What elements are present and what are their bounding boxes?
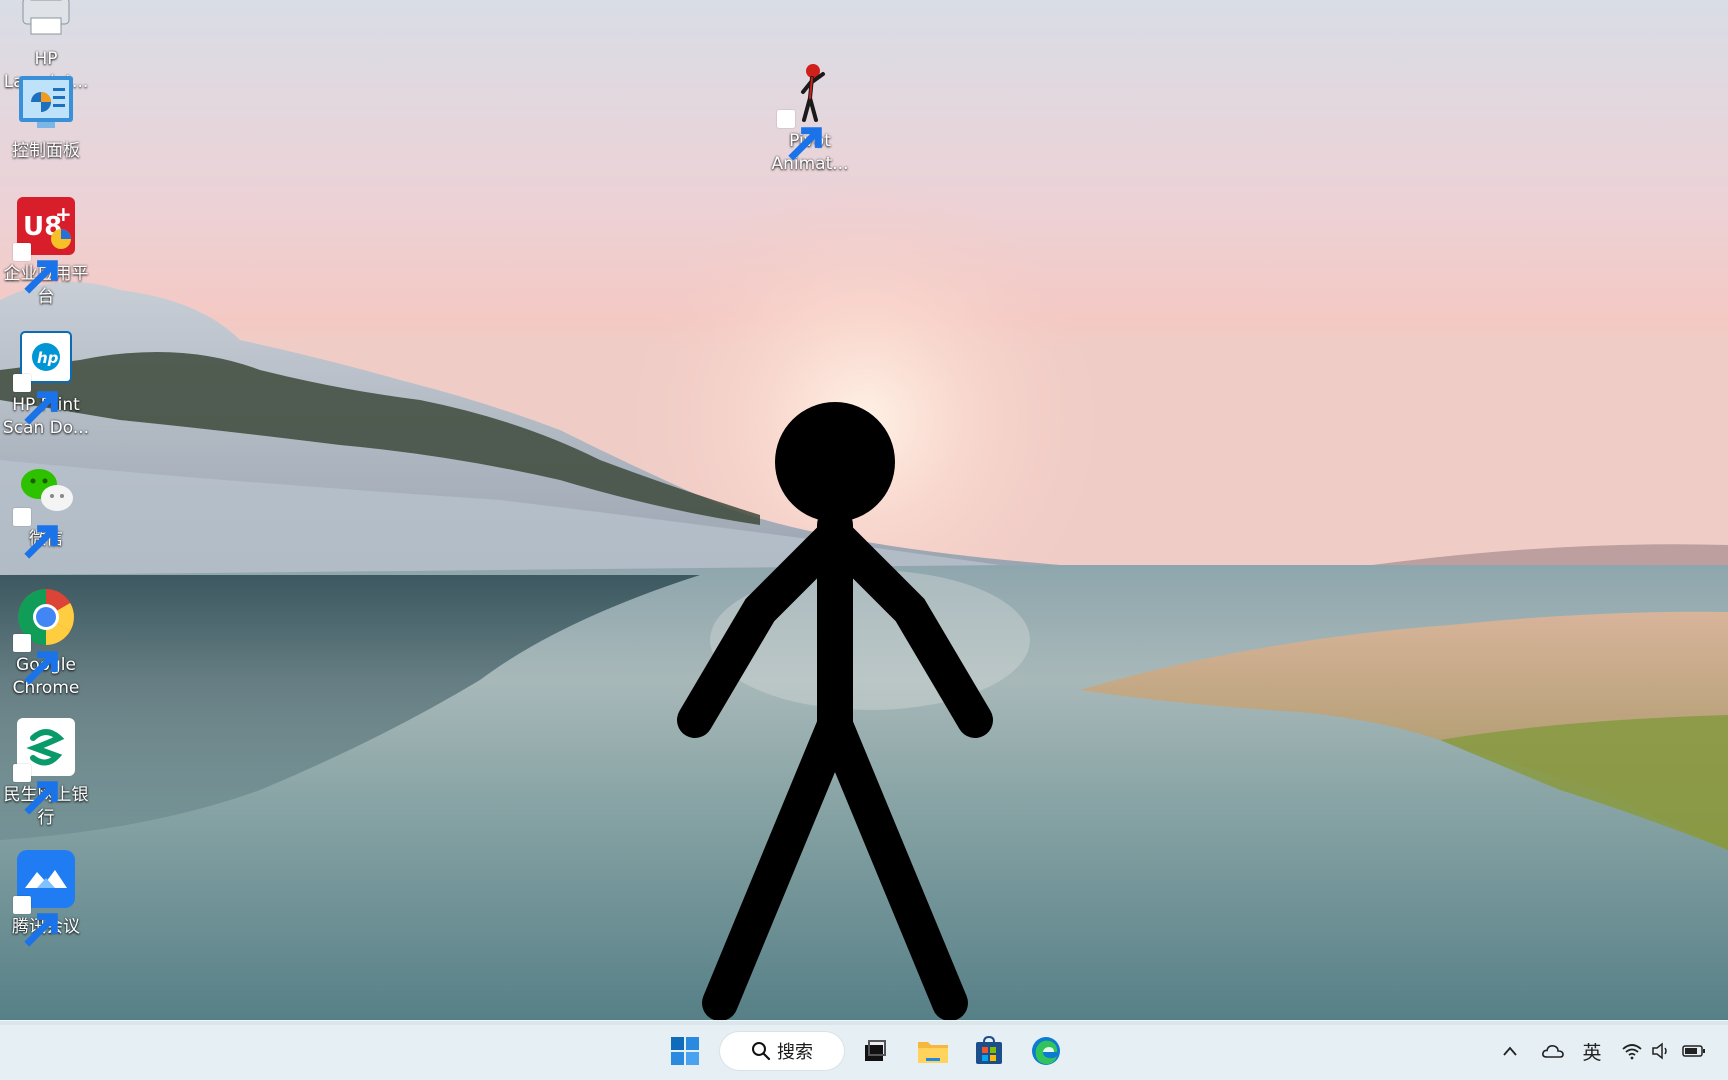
edge-button[interactable] xyxy=(1026,1031,1066,1071)
desktop-icon-label: 控制面板 xyxy=(12,141,80,161)
chevron-up-icon xyxy=(1503,1046,1517,1056)
onedrive-button[interactable] xyxy=(1538,1037,1568,1065)
taskbar-search[interactable]: 搜索 xyxy=(720,1032,844,1070)
svg-text:hp: hp xyxy=(37,349,59,367)
svg-text:+: + xyxy=(55,202,72,226)
shortcut-arrow-icon xyxy=(13,634,58,685)
control-panel-icon xyxy=(15,72,77,134)
file-explorer-icon xyxy=(918,1042,948,1063)
desktop-icon-minsheng-bank[interactable]: 民生网上银 行 xyxy=(0,716,94,830)
shortcut-arrow-icon xyxy=(13,896,58,947)
search-icon xyxy=(752,1042,771,1061)
shortcut-arrow-icon xyxy=(777,110,822,161)
yonyou-u8-icon: U8 + xyxy=(13,195,77,294)
tencent-meeting-icon xyxy=(13,848,77,947)
show-hidden-icons-button[interactable] xyxy=(1496,1037,1524,1065)
file-explorer-button[interactable] xyxy=(913,1031,953,1071)
network-button[interactable] xyxy=(1618,1037,1646,1065)
hp-scan-icon: hp xyxy=(13,326,77,425)
desktop-icon-pivot-animator[interactable]: Pivot Animat... xyxy=(762,62,858,176)
pivot-animator-icon xyxy=(777,62,841,161)
shortcut-arrow-icon xyxy=(13,764,58,815)
volume-icon xyxy=(1652,1042,1667,1060)
desktop-icon-control-panel[interactable]: 控制面板 xyxy=(0,72,94,163)
desktop[interactable]: HP LaserJet... 控制面板 U8+ 企业应用平 台 hp HP Pr… xyxy=(0,0,1728,1080)
task-view-button[interactable] xyxy=(855,1031,895,1071)
input-method-indicator[interactable]: 英 xyxy=(1578,1037,1606,1065)
search-label: 搜索 xyxy=(777,1042,813,1063)
battery-button[interactable] xyxy=(1679,1037,1709,1065)
wechat-icon xyxy=(13,460,77,559)
desktop-icon-tencent-meeting[interactable]: 腾讯会议 xyxy=(0,848,94,947)
task-view-icon xyxy=(865,1040,886,1061)
edge-icon xyxy=(1032,1037,1060,1065)
start-icon xyxy=(671,1037,699,1065)
desktop-icon-hp-print-scan[interactable]: hp HP Print Scan Do... xyxy=(0,326,94,440)
taskbar: 搜索 英 xyxy=(0,1020,1728,1080)
microsoft-store-icon xyxy=(976,1036,1002,1064)
battery-icon xyxy=(1682,1045,1705,1057)
shortcut-arrow-icon xyxy=(13,374,58,425)
start-button[interactable] xyxy=(665,1031,705,1071)
stick-figure xyxy=(677,402,993,1021)
chrome-icon xyxy=(13,586,77,685)
microsoft-store-button[interactable] xyxy=(969,1031,1009,1071)
printer-icon xyxy=(15,0,77,42)
desktop-icon-wechat[interactable]: 微信 xyxy=(0,460,94,559)
onedrive-icon xyxy=(1542,1045,1564,1058)
minsheng-bank-icon xyxy=(13,716,77,815)
shortcut-arrow-icon xyxy=(13,243,58,294)
shortcut-arrow-icon xyxy=(13,508,58,559)
desktop-icon-yonyou-u8[interactable]: U8 + 企业应用平 台 xyxy=(0,195,94,309)
volume-button[interactable] xyxy=(1648,1037,1674,1065)
wifi-icon xyxy=(1622,1044,1642,1060)
desktop-icon-google-chrome[interactable]: Google Chrome xyxy=(0,586,94,700)
